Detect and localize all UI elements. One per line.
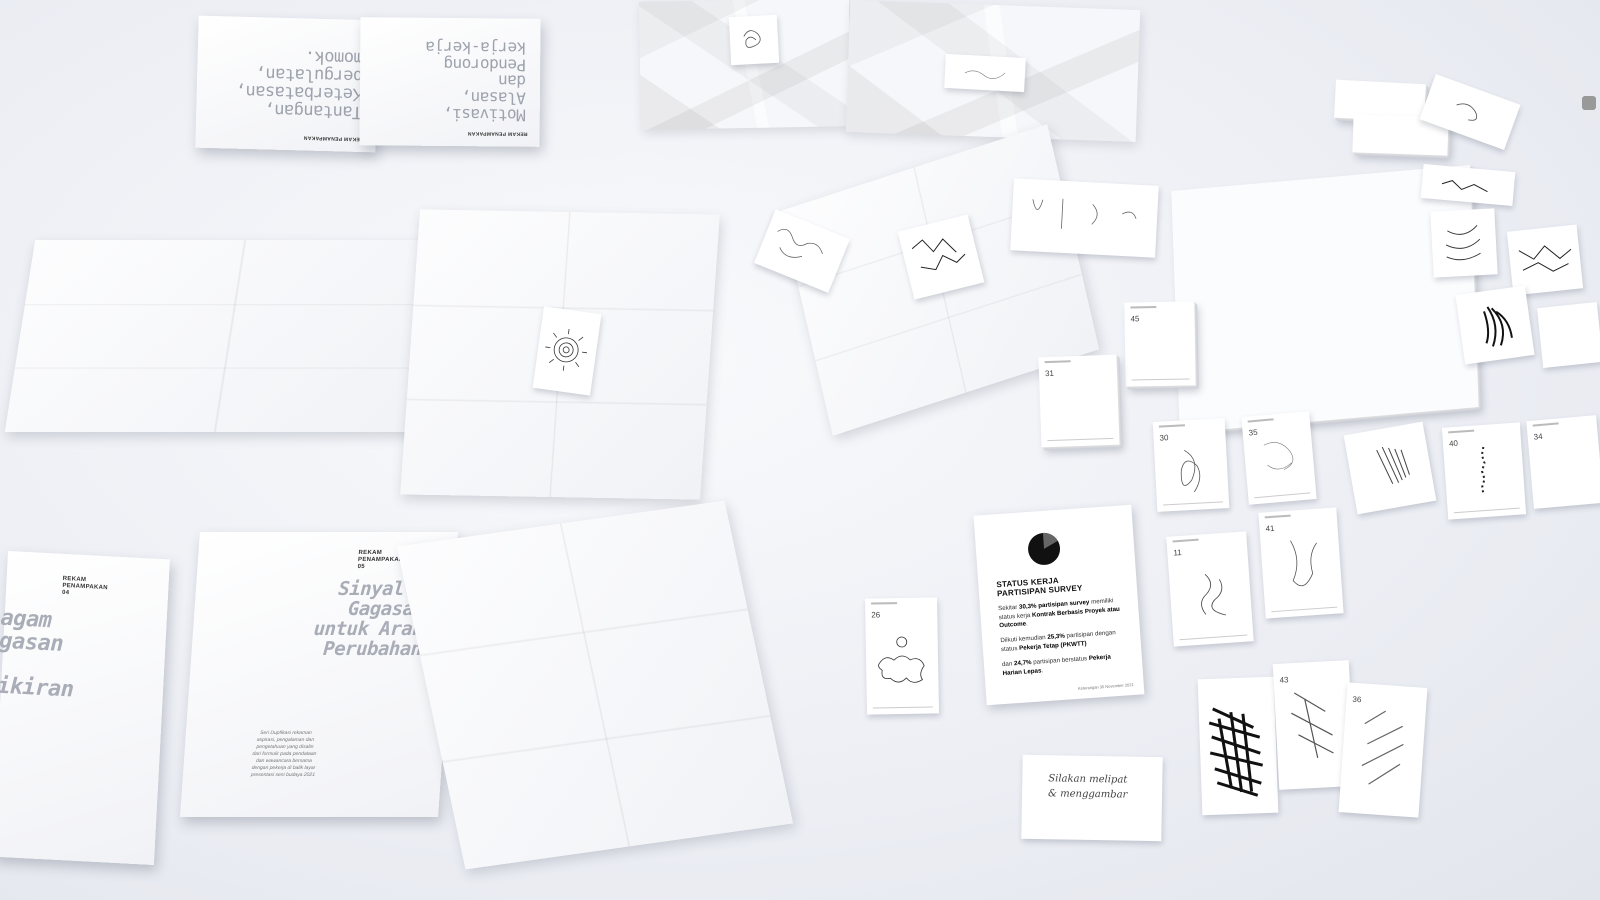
drawing-card[interactable]: 11 [1166, 531, 1254, 647]
booklet-motivasi[interactable]: REKAM PENAMPAKAN Motivasi, Alasan, dan P… [359, 17, 541, 147]
drawing-card[interactable]: 35 [1241, 411, 1317, 505]
booklet-label-line: PENAMPAKAN [357, 557, 404, 564]
booklet-title-line: untuk Arah [313, 617, 424, 640]
drawing-card[interactable] [944, 53, 1026, 93]
booklet-rekam-04[interactable]: REKAM PENAMPAKAN 04 agam gasan ikiran [0, 550, 170, 866]
scribble-drawing [1180, 449, 1201, 493]
drawing-card[interactable]: 40 [1441, 422, 1527, 520]
scribble-drawing [1445, 224, 1481, 261]
booklet-tantangan[interactable]: REKAM PENAMPAKAN Tantangan, Keterbatasan… [195, 15, 379, 153]
survey-footer: Keterangan 30 November 2021 [1077, 681, 1134, 691]
booklet-title-line: Gagasan [347, 597, 426, 620]
survey-paragraph-1: Sekitar 30,3% partisipan survey memiliki… [997, 597, 1121, 630]
scribble-drawing [743, 30, 761, 48]
card-number: 34 [1533, 431, 1543, 442]
drawing-card[interactable] [1455, 285, 1535, 365]
hatch-drawing [1376, 446, 1410, 484]
card-stack[interactable]: 45 [1124, 301, 1196, 387]
booklet-label: REKAM PENAMPAKAN [467, 130, 528, 137]
ink-scribble-drawing [1208, 707, 1264, 797]
booklet-title-line: Sinyal & [337, 578, 427, 600]
survey-paragraph-2: Diikuti kemudian 25,3% partisipan dengan… [1000, 629, 1116, 653]
scribble-drawing [1263, 442, 1294, 470]
drawing-card[interactable] [1430, 208, 1498, 278]
survey-info-card[interactable]: STATUS KERJA PARTISIPAN SURVEY Sekitar 3… [973, 504, 1145, 706]
drawing-card[interactable]: 36 [1338, 682, 1428, 818]
scribble-drawing [1290, 540, 1317, 587]
drawing-card[interactable] [1343, 421, 1437, 515]
scribble-drawing [1201, 574, 1226, 616]
drawing-card[interactable]: 41 [1258, 507, 1344, 619]
booklet-title-line: Perubahan [322, 637, 423, 660]
blob-drawing [878, 636, 925, 683]
folded-paper-stack[interactable] [4, 240, 456, 432]
survey-paragraph-3: dan 24,7% partisipan berstatus Pekerja H… [1001, 653, 1112, 677]
booklet-blurb: Seri Dupfikasi rekaman aspirasi, pengala… [250, 730, 317, 778]
handwritten-line: Silakan melipat [1048, 773, 1128, 786]
booklet-label-line: 05 [357, 564, 365, 571]
scribble-drawing [964, 70, 1006, 79]
folded-paper[interactable] [396, 500, 794, 870]
booklet-title-line: Alasan, [461, 88, 526, 108]
booklet-title-line: Motivasi, [443, 104, 526, 125]
brush-drawing [1483, 306, 1513, 347]
sun-drawing [545, 329, 588, 371]
dots-drawing [1480, 446, 1486, 496]
drawing-card[interactable]: 26 [864, 597, 940, 715]
small-object-icon [1582, 96, 1596, 110]
paper-stack-large[interactable] [1171, 164, 1479, 434]
drawing-card[interactable]: 30 [1152, 418, 1230, 512]
card-number: 45 [1130, 314, 1140, 324]
drawing-card[interactable] [532, 306, 602, 396]
pie-chart-icon [1028, 532, 1061, 565]
drawing-card[interactable]: 34 [1526, 415, 1600, 509]
booklet-title-line: kerja-kerja [425, 37, 527, 58]
scribble-drawing [1032, 198, 1137, 229]
booklet-label: REKAM PENAMPAKAN [303, 134, 364, 143]
handwritten-line: & menggambar [1047, 788, 1128, 801]
instruction-card[interactable]: Silakan melipat & menggambar [1021, 754, 1163, 842]
drawing-card[interactable] [1506, 224, 1584, 296]
scribble-drawing [1518, 245, 1572, 272]
drawing-card[interactable] [1197, 676, 1279, 816]
drawing-card[interactable] [1010, 178, 1159, 258]
card-number: 31 [1044, 368, 1055, 379]
booklet-title-line: ikiran [0, 673, 75, 703]
drawing-card[interactable] [728, 14, 780, 66]
card-stack[interactable]: 31 [1038, 354, 1120, 448]
hatch-drawing [1361, 710, 1404, 785]
drawing-card[interactable] [1537, 302, 1600, 368]
booklet-title-line: gasan [0, 628, 64, 658]
